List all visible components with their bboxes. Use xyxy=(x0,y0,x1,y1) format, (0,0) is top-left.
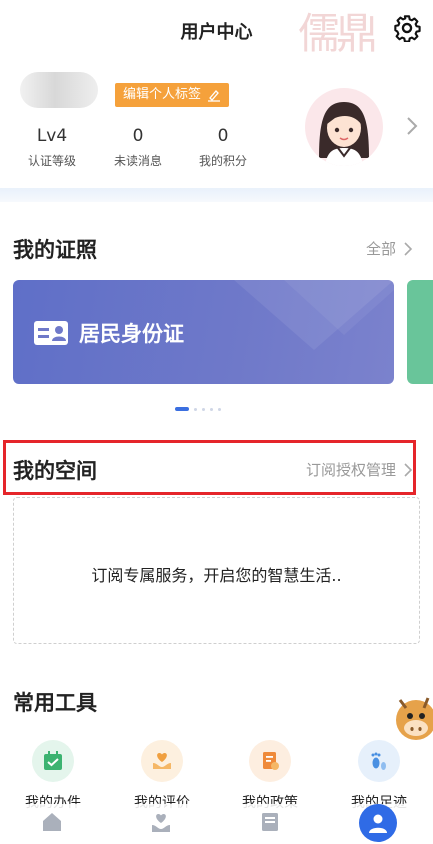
heart-hand-icon xyxy=(141,740,183,782)
home-icon xyxy=(43,813,61,831)
gear-icon[interactable] xyxy=(393,14,421,42)
tab-home[interactable] xyxy=(32,810,72,840)
news-icon xyxy=(262,813,278,831)
edit-icon xyxy=(208,90,221,102)
carousel-dot xyxy=(194,407,197,411)
carousel-dot xyxy=(210,407,213,411)
section-divider xyxy=(0,188,433,202)
carousel-dot xyxy=(218,407,221,411)
licenses-all-label: 全部 xyxy=(365,240,396,258)
edit-tag-label: 编辑个人标签 xyxy=(123,87,202,102)
stat-unread-messages[interactable]: 0 未读消息 xyxy=(98,126,178,169)
card-decoration xyxy=(234,280,394,350)
stat-value: Lv4 xyxy=(36,126,68,146)
profile-section[interactable]: 编辑个人标签 Lv4 认证等级 0 未读消息 0 我的积分 xyxy=(0,60,433,190)
bottom-tab-bar xyxy=(0,804,433,844)
id-card-icon xyxy=(34,321,68,345)
heart-hand-icon xyxy=(152,814,170,832)
policy-doc-icon xyxy=(249,740,291,782)
tool-my-cases[interactable]: 我的办件 xyxy=(13,740,93,812)
licenses-title: 我的证照 xyxy=(13,238,97,262)
stat-label: 我的积分 xyxy=(198,154,247,168)
empty-message: 订阅专属服务，开启您的智慧生活.. xyxy=(91,566,342,585)
tool-my-footprints[interactable]: 我的足迹 xyxy=(339,740,419,812)
carousel-indicator xyxy=(175,407,221,411)
tool-my-policies[interactable]: 我的政策 xyxy=(230,740,310,812)
chevron-right-icon[interactable] xyxy=(405,116,419,136)
subscription-management-link[interactable]: 订阅授权管理 xyxy=(306,459,413,480)
blurred-username xyxy=(20,72,98,108)
cow-mascot-icon[interactable] xyxy=(386,688,433,750)
stat-cert-level[interactable]: Lv4 认证等级 xyxy=(12,126,92,169)
calendar-check-icon xyxy=(32,740,74,782)
top-header: 儒鼎 用户中心 xyxy=(0,0,433,60)
tab-evaluate[interactable] xyxy=(141,810,181,840)
person-icon xyxy=(359,804,397,842)
tab-me[interactable] xyxy=(358,804,398,842)
tools-grid: 我的办件 我的评价 我的政策 我的足迹 xyxy=(0,740,433,812)
edit-tag-button[interactable]: 编辑个人标签 xyxy=(115,83,230,107)
avatar-girl-icon xyxy=(319,102,369,166)
space-title: 我的空间 xyxy=(13,459,97,483)
next-license-card[interactable] xyxy=(407,280,433,384)
tool-my-reviews[interactable]: 我的评价 xyxy=(122,740,202,812)
subscription-management-label: 订阅授权管理 xyxy=(305,461,396,479)
carousel-dot xyxy=(202,407,205,411)
tools-title: 常用工具 xyxy=(13,691,97,715)
page-title: 用户中心 xyxy=(180,22,253,43)
chevron-right-icon xyxy=(404,241,413,256)
tab-news[interactable] xyxy=(250,810,290,840)
space-empty-state: 订阅专属服务，开启您的智慧生活.. xyxy=(13,497,420,644)
stat-label: 认证等级 xyxy=(27,154,76,168)
chevron-right-icon xyxy=(404,462,413,477)
avatar[interactable] xyxy=(305,88,383,166)
id-card-label: 居民身份证 xyxy=(79,322,184,346)
carousel-dot-active xyxy=(175,407,189,411)
stat-value: 0 xyxy=(217,126,229,146)
stat-points[interactable]: 0 我的积分 xyxy=(183,126,263,169)
id-card-license[interactable]: 居民身份证 xyxy=(13,280,394,384)
stat-label: 未读消息 xyxy=(113,154,162,168)
licenses-all-link[interactable]: 全部 xyxy=(366,238,413,259)
stat-value: 0 xyxy=(132,126,144,146)
